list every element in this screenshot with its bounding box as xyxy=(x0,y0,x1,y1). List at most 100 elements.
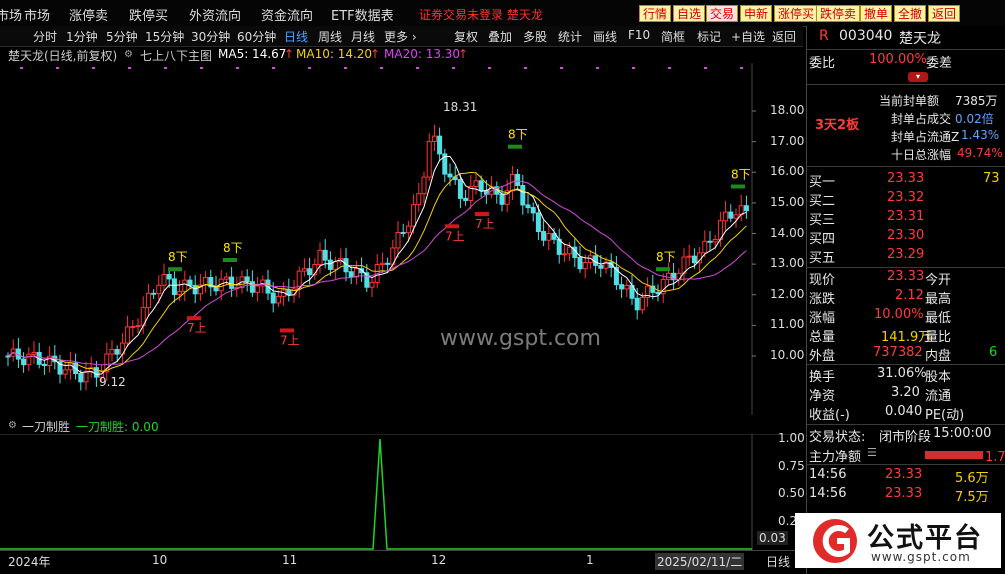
period-monthly[interactable]: 月线 xyxy=(351,28,375,45)
net-flow-bar xyxy=(925,451,983,459)
candle-body xyxy=(135,325,141,328)
price-axis-tick: 16.00 xyxy=(770,164,805,179)
candle-body xyxy=(712,238,718,243)
bid-price[interactable]: 23.31 xyxy=(887,209,924,224)
period-60min[interactable]: 60分钟 xyxy=(237,28,276,45)
candle-body xyxy=(333,261,339,270)
quote-label: 今开 xyxy=(925,273,952,288)
weicha-label: 委差 xyxy=(926,56,953,71)
tick-volume: 5.6万 xyxy=(955,471,989,486)
candle-body xyxy=(78,373,84,383)
candle-body xyxy=(41,363,47,366)
cancel-all-button[interactable]: 全撤 xyxy=(894,5,927,22)
chevron-down-icon[interactable]: ▾ xyxy=(908,72,928,82)
top-dot-marker xyxy=(740,67,743,69)
candle-body xyxy=(130,325,136,328)
period-15min[interactable]: 15分钟 xyxy=(145,28,184,45)
sub-axis-current: 0.03 xyxy=(757,531,788,545)
stat-label: 净资 xyxy=(809,389,836,404)
candle-body xyxy=(348,271,354,278)
adjust-button[interactable]: 复权 xyxy=(454,28,478,45)
tick-price: 23.33 xyxy=(885,486,923,501)
top-dot-marker xyxy=(236,67,239,69)
menu-market[interactable]: 市场 xyxy=(0,5,22,24)
candle-body xyxy=(421,176,427,195)
bid-price[interactable]: 23.29 xyxy=(887,247,924,262)
bid-price[interactable]: 23.33 xyxy=(887,171,924,186)
candle-body xyxy=(244,276,250,283)
bid-volume: 73 xyxy=(983,171,1000,186)
price-axis-tick: 12.00 xyxy=(770,286,805,301)
candle-body xyxy=(182,279,188,292)
quote-button[interactable]: 行情 xyxy=(639,5,672,22)
main-indicator-name[interactable]: 七上八下主图 xyxy=(140,47,212,64)
settings-icon[interactable]: ⚙ xyxy=(8,420,17,431)
period-weekly[interactable]: 周线 xyxy=(318,28,342,45)
list-icon[interactable]: ☰ xyxy=(867,446,877,459)
multi-stock-button[interactable]: 多股 xyxy=(523,28,547,45)
menu-etf-table[interactable]: ETF数据表 xyxy=(331,5,394,24)
limit-up-buy-button[interactable]: 涨停买 xyxy=(774,5,819,22)
add-watchlist-button[interactable]: +自选 xyxy=(731,28,765,45)
draw-line-button[interactable]: 画线 xyxy=(593,28,617,45)
return-button[interactable]: 返回 xyxy=(772,28,796,45)
sell-signal-label: 8下 xyxy=(223,241,243,255)
candle-body xyxy=(125,326,131,344)
candle-body xyxy=(114,348,120,355)
x-tick: 10 xyxy=(152,553,168,567)
candle-body xyxy=(598,264,604,269)
period-1min[interactable]: 1分钟 xyxy=(66,28,98,45)
watchlist-button[interactable]: 自选 xyxy=(673,5,706,22)
cancel-order-button[interactable]: 撤单 xyxy=(860,5,893,22)
menu-limit-up-sell[interactable]: 涨停卖 xyxy=(69,5,108,24)
settings-icon[interactable]: ⚙ xyxy=(124,49,133,60)
f10-button[interactable]: F10 xyxy=(628,28,650,42)
candle-body xyxy=(161,274,167,286)
bid-label: 买一 xyxy=(809,175,836,190)
menu-limit-down-buy[interactable]: 跌停买 xyxy=(129,5,168,24)
stat-value: 31.06% xyxy=(877,366,927,381)
seal-value: 1.43% xyxy=(961,128,1000,142)
menu-capital-flow[interactable]: 资金流向 xyxy=(261,5,313,24)
candle-body xyxy=(369,281,375,288)
top-dot-marker xyxy=(92,67,95,69)
candle-body xyxy=(546,233,552,241)
login-notice: 证券交易未登录 楚天龙 xyxy=(419,8,543,22)
ma5-value: MA5: 14.67 xyxy=(218,47,287,61)
period-more[interactable]: 更多 › xyxy=(384,28,417,45)
menu-market[interactable]: 市场 xyxy=(24,5,50,24)
menu-foreign-flow[interactable]: 外资流向 xyxy=(189,5,241,24)
candle-body xyxy=(177,290,183,296)
limit-down-sell-button[interactable]: 跌停卖 xyxy=(816,5,861,22)
quote-value: 2.12 xyxy=(895,288,924,303)
mark-button[interactable]: 标记 xyxy=(697,28,721,45)
period-30min[interactable]: 30分钟 xyxy=(191,28,230,45)
period-daily[interactable]: 日线 xyxy=(284,28,308,45)
sub-indicator-name[interactable]: 一刀制胜 xyxy=(22,418,70,435)
trade-button[interactable]: 交易 xyxy=(706,5,739,22)
statistics-button[interactable]: 统计 xyxy=(558,28,582,45)
candle-body xyxy=(411,204,417,227)
quote-label: 量比 xyxy=(925,330,952,345)
main-kline-chart[interactable]: 8下 8下 8下 8下 8下 7上 7上 7上 7上 18.00 17.00 16.00 15.00 1… xyxy=(0,63,805,415)
candle-body xyxy=(275,295,281,304)
period-5min[interactable]: 5分钟 xyxy=(106,28,138,45)
top-dot-marker xyxy=(128,67,131,69)
top-dot-marker xyxy=(560,67,563,69)
top-dot-marker xyxy=(380,67,383,69)
apply-new-button[interactable]: 申新 xyxy=(740,5,773,22)
stat-label: 收益(-) xyxy=(809,408,850,423)
back-button[interactable]: 返回 xyxy=(928,5,961,22)
candle-body xyxy=(31,351,37,355)
candle-body xyxy=(478,180,484,192)
period-intraday[interactable]: 分时 xyxy=(33,28,57,45)
candle-body xyxy=(691,255,697,264)
sub-indicator-chart[interactable]: 1.00 0.75 0.50 0.25 0.03 xyxy=(0,431,805,550)
candle-body xyxy=(327,259,333,270)
bid-label: 买三 xyxy=(809,213,836,228)
simple-frame-button[interactable]: 简框 xyxy=(661,28,685,45)
bid-price[interactable]: 23.30 xyxy=(887,228,924,243)
sell-signal-bar xyxy=(656,267,670,272)
overlay-button[interactable]: 叠加 xyxy=(488,28,512,45)
bid-price[interactable]: 23.32 xyxy=(887,190,924,205)
